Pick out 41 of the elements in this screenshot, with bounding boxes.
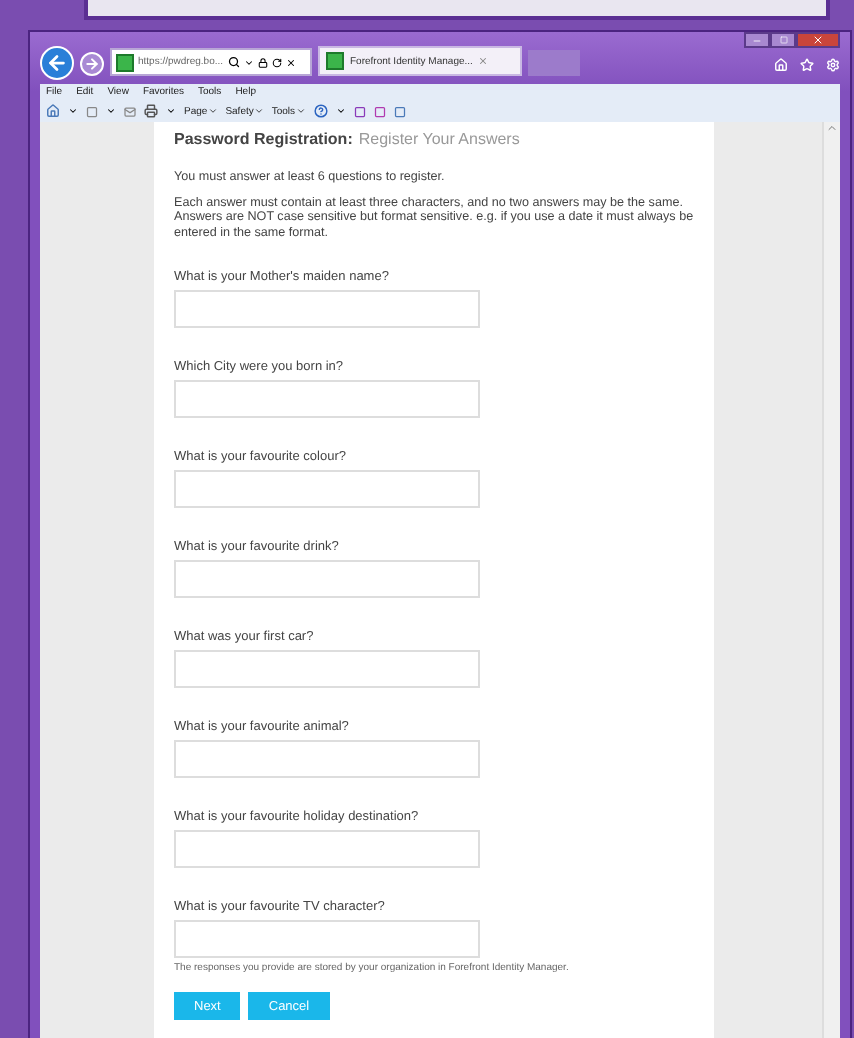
caret-icon — [253, 106, 264, 116]
maximize-button[interactable] — [770, 32, 796, 48]
back-button[interactable] — [40, 46, 74, 80]
maximize-icon — [779, 36, 787, 44]
answer-field[interactable] — [174, 830, 480, 869]
answer-field[interactable] — [174, 380, 480, 419]
dropdown-icon[interactable] — [166, 106, 176, 116]
caret-icon — [295, 106, 306, 116]
close-icon[interactable] — [285, 57, 296, 67]
search-icon[interactable] — [227, 56, 240, 68]
site-icon — [326, 52, 344, 70]
dropdown-icon[interactable] — [68, 106, 78, 116]
dropdown-icon[interactable] — [106, 106, 116, 116]
answer-field[interactable] — [174, 740, 480, 779]
dropdown-icon[interactable] — [243, 57, 254, 67]
answer-field[interactable] — [174, 560, 480, 599]
mail-icon[interactable] — [124, 105, 136, 117]
help-icon[interactable] — [313, 104, 328, 118]
page-title: Password Registration: — [174, 130, 353, 148]
back-arrow-icon — [46, 52, 68, 74]
close-icon — [812, 34, 824, 46]
refresh-icon[interactable] — [271, 57, 282, 67]
forward-arrow-icon — [84, 56, 100, 72]
answer-field[interactable] — [174, 920, 480, 959]
scrollbar[interactable] — [822, 122, 840, 1038]
minimize-icon — [752, 35, 762, 45]
answer-field[interactable] — [174, 470, 480, 509]
dropdown-icon[interactable] — [335, 106, 346, 116]
answer-field[interactable] — [174, 650, 480, 689]
settings-icon[interactable] — [826, 58, 840, 72]
forward-button[interactable] — [80, 52, 104, 76]
caret-icon — [207, 106, 218, 116]
lock-icon[interactable] — [257, 57, 268, 67]
print-icon[interactable] — [144, 104, 158, 118]
site-icon — [116, 53, 134, 71]
close-button[interactable] — [796, 32, 840, 48]
minimize-button[interactable] — [744, 32, 770, 48]
home-icon[interactable] — [46, 104, 60, 118]
answer-field[interactable] — [174, 290, 480, 329]
page-subtitle: Register Your Answers — [358, 130, 520, 148]
star-icon[interactable] — [800, 58, 814, 72]
